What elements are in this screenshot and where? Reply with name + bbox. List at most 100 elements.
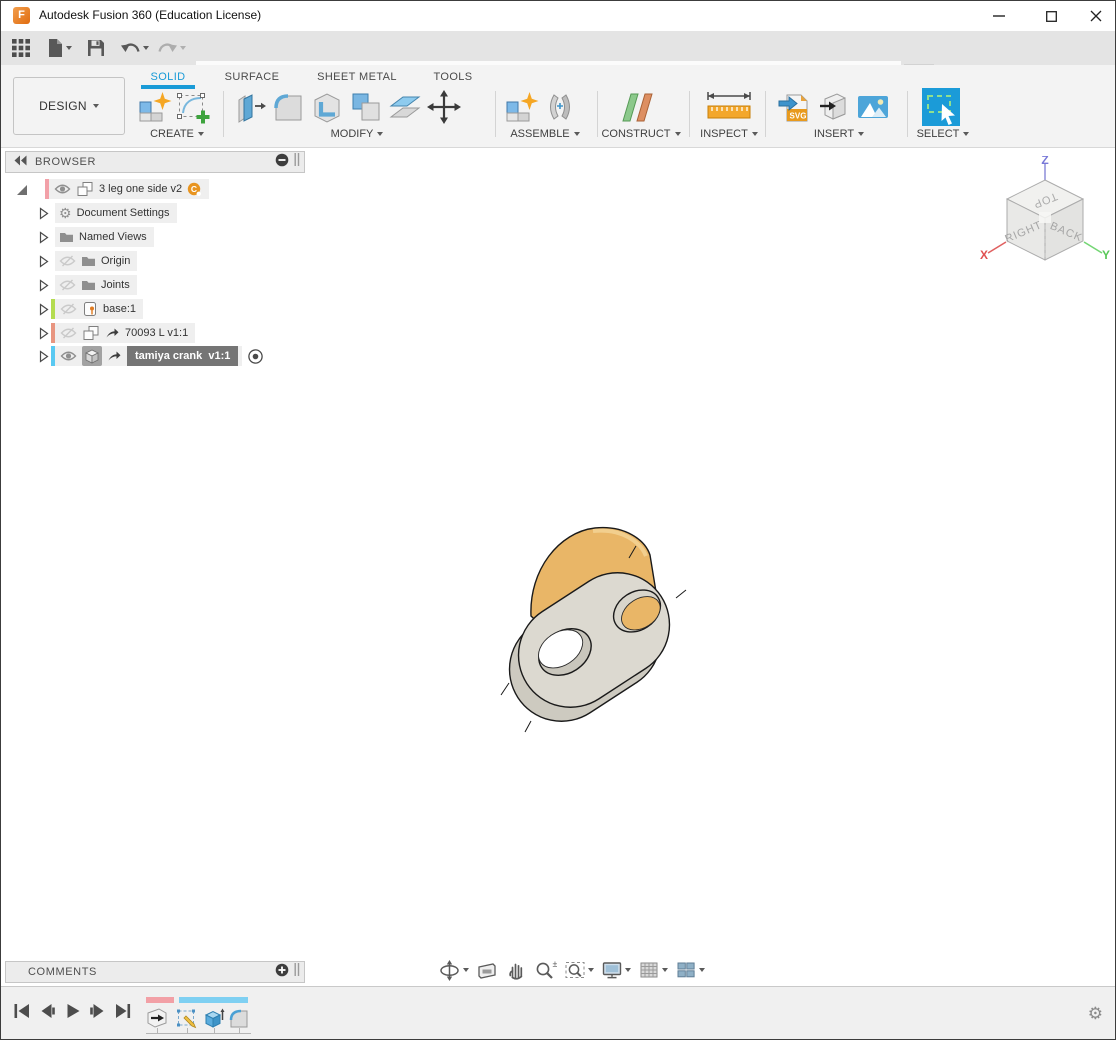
viewcube-x-axis-label: X	[980, 248, 988, 262]
visibility-off-eye-icon[interactable]	[60, 303, 77, 315]
assemble-group-label[interactable]: ASSEMBLE	[499, 127, 591, 141]
expand-closed-icon[interactable]	[39, 255, 49, 268]
pan-button[interactable]	[504, 958, 528, 982]
tree-row-70093[interactable]: 70093 L v1:1	[39, 322, 195, 344]
select-group-icons	[921, 89, 961, 125]
window-title: Autodesk Fusion 360 (Education License)	[39, 8, 261, 22]
measure-button[interactable]	[701, 89, 757, 125]
maximize-button[interactable]	[1036, 5, 1066, 27]
viewport-canvas[interactable]: BROWSER	[1, 148, 1115, 986]
tree-row-document-settings[interactable]: ⚙ Document Settings	[39, 202, 177, 224]
visibility-eye-icon[interactable]	[54, 183, 71, 195]
press-pull-button[interactable]	[231, 89, 267, 125]
timeline-feature-extrude[interactable]	[202, 1006, 226, 1030]
component-color-swatch	[51, 346, 55, 366]
tree-row-base[interactable]: base:1	[39, 298, 143, 320]
timeline-step-back-button[interactable]	[37, 1001, 59, 1021]
inspect-group-icons	[701, 89, 757, 125]
expand-closed-icon[interactable]	[39, 279, 49, 292]
tree-row-joints[interactable]: Joints	[39, 274, 137, 296]
timeline-go-to-start-button[interactable]	[11, 1001, 33, 1021]
shell-button[interactable]	[309, 89, 345, 125]
view-cube[interactable]: TOP RIGHT BACK Z X Y	[979, 156, 1111, 279]
add-comment-button[interactable]	[275, 963, 289, 982]
offset-face-button[interactable]	[387, 89, 423, 125]
collapse-browser-button[interactable]	[14, 153, 27, 171]
tree-row-root[interactable]: 3 leg one side v2 C	[15, 178, 209, 200]
expand-closed-icon[interactable]	[39, 350, 49, 363]
canvas-button[interactable]	[855, 89, 891, 125]
construct-plane-button[interactable]	[615, 89, 659, 125]
select-button[interactable]	[921, 89, 961, 125]
undo-button[interactable]	[118, 35, 151, 61]
zoom-button[interactable]: ±	[533, 958, 558, 982]
close-button[interactable]	[1081, 5, 1111, 27]
ribbon-separator	[907, 91, 908, 137]
tab-surface[interactable]: SURFACE	[219, 67, 285, 87]
app-grid-button[interactable]	[10, 35, 32, 61]
file-menu-button[interactable]	[45, 35, 74, 61]
insert-derive-button[interactable]	[816, 89, 852, 125]
joint-button[interactable]	[542, 89, 578, 125]
create-sketch-button[interactable]	[175, 89, 211, 125]
component-color-swatch	[51, 323, 55, 343]
grid-settings-button[interactable]	[637, 958, 669, 982]
save-button[interactable]	[85, 35, 107, 61]
create-caret-icon	[198, 132, 204, 136]
new-component-button[interactable]	[136, 89, 172, 125]
tree-row-named-views[interactable]: Named Views	[39, 226, 154, 248]
preferences-gear-button[interactable]: ⚙	[1088, 1004, 1103, 1024]
comments-panel-grip[interactable]	[294, 963, 300, 981]
timeline-feature-fillet[interactable]	[227, 1006, 251, 1030]
visibility-off-eye-icon[interactable]	[60, 327, 77, 339]
tab-sheet-metal[interactable]: SHEET METAL	[315, 67, 399, 87]
redo-button[interactable]	[155, 35, 188, 61]
tab-tools[interactable]: TOOLS	[430, 67, 476, 87]
timeline-go-to-end-button[interactable]	[111, 1001, 133, 1021]
timeline-ruler[interactable]	[146, 1033, 251, 1034]
workspace-selector[interactable]: DESIGN	[13, 77, 125, 135]
expand-closed-icon[interactable]	[39, 207, 49, 220]
undo-icon	[120, 40, 141, 56]
expand-closed-icon[interactable]	[39, 231, 49, 244]
tree-row-tamiya-crank[interactable]: tamiya crank v1:1	[39, 345, 264, 367]
redo-caret-icon	[180, 46, 186, 50]
expand-open-icon[interactable]	[15, 183, 28, 196]
fillet-button[interactable]	[270, 89, 306, 125]
select-group-label[interactable]: SELECT	[911, 127, 975, 141]
expand-closed-icon[interactable]	[39, 327, 49, 340]
visibility-eye-icon[interactable]	[60, 350, 77, 362]
model-tamiya-crank[interactable]	[479, 498, 719, 748]
browser-collapse-all-button[interactable]	[275, 153, 289, 172]
construct-group-label[interactable]: CONSTRUCT	[597, 127, 685, 141]
timeline-play-button[interactable]	[62, 1001, 84, 1021]
move-copy-button[interactable]	[426, 89, 462, 125]
modify-group-label[interactable]: MODIFY	[229, 127, 485, 141]
undo-caret-icon	[143, 46, 149, 50]
orbit-button[interactable]	[437, 958, 470, 982]
visibility-off-eye-icon[interactable]	[59, 255, 76, 267]
display-settings-button[interactable]	[600, 958, 632, 982]
shell-icon	[309, 89, 345, 125]
insert-group-label[interactable]: INSERT	[773, 127, 905, 141]
inspect-caret-icon	[752, 132, 758, 136]
browser-panel-grip[interactable]	[294, 153, 300, 171]
timeline-feature-derive[interactable]	[145, 1006, 169, 1030]
timeline-step-forward-button[interactable]	[86, 1001, 108, 1021]
inspect-group-label[interactable]: INSPECT	[693, 127, 765, 141]
fit-button[interactable]	[563, 958, 595, 982]
tab-solid[interactable]: SOLID	[141, 67, 195, 87]
visibility-off-eye-icon[interactable]	[59, 279, 76, 291]
timeline-feature-sketch[interactable]	[175, 1006, 199, 1030]
create-group-label[interactable]: CREATE	[131, 127, 223, 141]
double-left-arrow-icon	[14, 155, 27, 166]
viewports-button[interactable]	[674, 958, 706, 982]
expand-closed-icon[interactable]	[39, 303, 49, 316]
tree-row-origin[interactable]: Origin	[39, 250, 137, 272]
combine-button[interactable]	[348, 89, 384, 125]
activate-component-radio[interactable]	[247, 348, 264, 365]
minimize-button[interactable]	[984, 5, 1014, 27]
assemble-new-component-button[interactable]	[503, 89, 539, 125]
look-at-button[interactable]	[475, 958, 499, 982]
insert-svg-button[interactable]: SVG	[777, 89, 813, 125]
